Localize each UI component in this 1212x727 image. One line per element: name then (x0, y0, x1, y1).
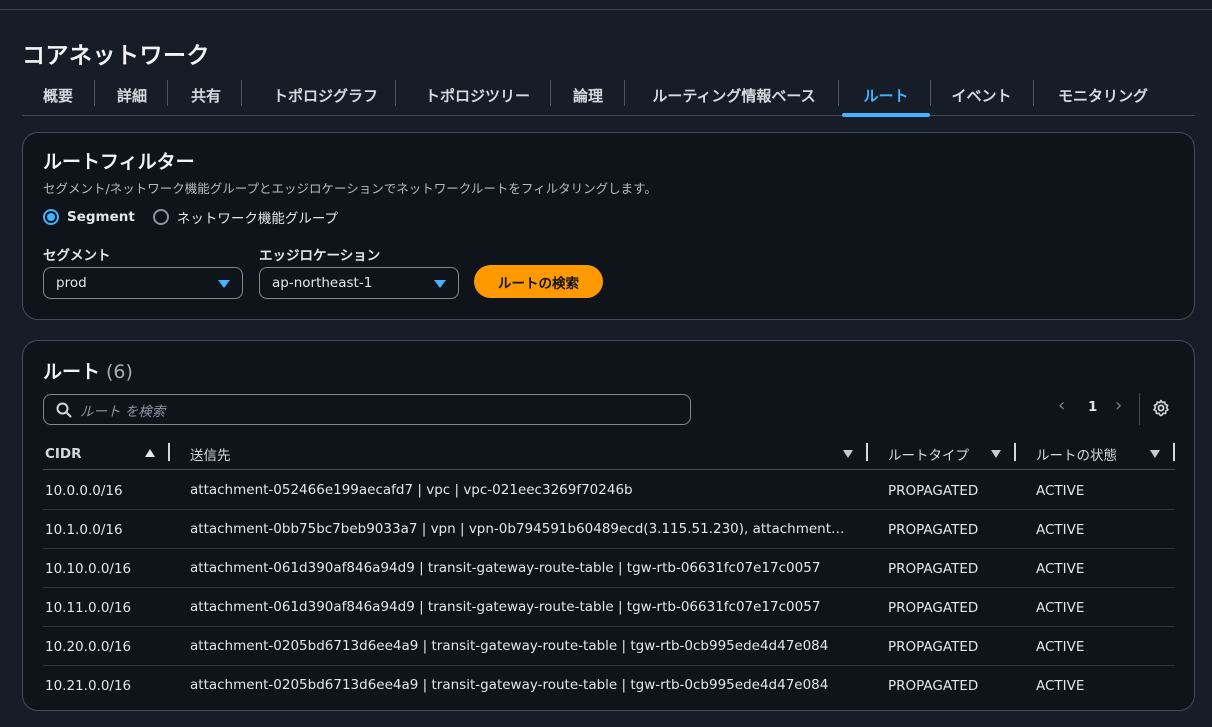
column-resizer[interactable] (866, 443, 868, 461)
tab-details[interactable]: 詳細 (104, 76, 160, 115)
routes-title-text: ルート (43, 361, 101, 383)
routes-title: ルート (6) (43, 357, 133, 384)
search-placeholder: ルート を検索 (80, 403, 166, 420)
cell-destination: attachment-052466e199aecafd7 | vpc | vpc… (190, 482, 633, 498)
col-cidr[interactable]: CIDR (45, 437, 82, 470)
cell-route-type: PROPAGATED (888, 521, 979, 538)
tab-separator (624, 80, 625, 106)
caret-down-icon (434, 280, 446, 288)
table-row[interactable]: 10.20.0.0/16 attachment-0205bd6713d6ee4a… (43, 627, 1175, 666)
cell-destination: attachment-0205bd6713d6ee4a9 | transit-g… (190, 638, 829, 654)
search-icon (56, 402, 72, 422)
table-row[interactable]: 10.0.0.0/16 attachment-052466e199aecafd7… (43, 471, 1175, 510)
cell-cidr: 10.1.0.0/16 (45, 521, 123, 538)
tab-separator (94, 80, 95, 106)
radio-segment[interactable] (43, 209, 59, 225)
sort-icon[interactable] (1150, 450, 1160, 458)
routes-panel: ルート (6) ルート を検索 ‹ 1 › CIDR 送信先 ルートタイプ ルート… (22, 340, 1195, 711)
cell-route-type: PROPAGATED (888, 638, 979, 655)
gear-icon[interactable] (1152, 399, 1170, 421)
cell-route-state: ACTIVE (1036, 482, 1085, 499)
radio-segment-label[interactable]: Segment (67, 209, 135, 225)
sort-icon[interactable] (843, 450, 853, 458)
chevron-right-icon[interactable]: › (1115, 395, 1122, 416)
filter-description: セグメント/ネットワーク機能グループとエッジロケーションでネットワークルートをフ… (43, 181, 657, 196)
segment-label: セグメント (43, 248, 111, 264)
cell-destination: attachment-0bb75bc7beb9033a7 | vpn | vpn… (190, 521, 848, 537)
segment-value: prod (56, 275, 87, 291)
routes-count: (6) (106, 361, 133, 383)
route-filter-panel: ルートフィルター セグメント/ネットワーク機能グループとエッジロケーションでネッ… (22, 132, 1195, 320)
cell-cidr: 10.20.0.0/16 (45, 638, 132, 655)
cell-route-type: PROPAGATED (888, 482, 979, 499)
edge-location-label: エッジロケーション (259, 248, 381, 264)
cell-route-state: ACTIVE (1036, 638, 1085, 655)
cell-route-type: PROPAGATED (888, 677, 979, 694)
cell-cidr: 10.0.0.0/16 (45, 482, 123, 499)
col-destination[interactable]: 送信先 (190, 437, 231, 470)
tab-separator (395, 80, 396, 106)
tab-separator (550, 80, 551, 106)
table-row[interactable]: 10.1.0.0/16 attachment-0bb75bc7beb9033a7… (43, 510, 1175, 549)
chevron-left-icon[interactable]: ‹ (1058, 395, 1065, 416)
table-header: CIDR 送信先 ルートタイプ ルートの状態 (43, 437, 1175, 470)
cell-destination: attachment-061d390af846a94d9 | transit-g… (190, 599, 821, 615)
tab-separator (241, 80, 242, 106)
cell-cidr: 10.10.0.0/16 (45, 560, 132, 577)
top-divider (0, 9, 1212, 10)
tab-logical[interactable]: 論理 (559, 76, 617, 115)
cell-route-state: ACTIVE (1036, 560, 1085, 577)
tab-bar: 概要 詳細 共有 トポロジグラフ トポロジツリー 論理 ルーティング情報ベース … (22, 76, 1195, 117)
table-row[interactable]: 10.10.0.0/16 attachment-061d390af846a94d… (43, 549, 1175, 588)
caret-down-icon (218, 280, 230, 288)
col-route-state[interactable]: ルートの状態 (1036, 437, 1117, 470)
radio-nfg-label[interactable]: ネットワーク機能グループ (177, 207, 338, 227)
tab-overview[interactable]: 概要 (30, 76, 86, 115)
tab-topology-tree[interactable]: トポロジツリー (405, 76, 550, 115)
cell-route-type: PROPAGATED (888, 560, 979, 577)
cell-cidr: 10.21.0.0/16 (45, 677, 132, 694)
radio-network-function-group[interactable] (152, 209, 169, 225)
filter-type-radio-group: Segment ネットワーク機能グループ (43, 207, 356, 227)
tab-separator (167, 80, 168, 106)
page-title: コアネットワーク (22, 43, 210, 69)
column-resizer[interactable] (1014, 443, 1016, 461)
sort-ascending-icon[interactable] (145, 449, 155, 457)
route-search-input[interactable]: ルート を検索 (43, 394, 691, 425)
column-resizer[interactable] (168, 443, 170, 461)
tab-topology-graph[interactable]: トポロジグラフ (253, 76, 398, 115)
cell-cidr: 10.11.0.0/16 (45, 599, 132, 616)
column-resizer[interactable] (1173, 443, 1175, 461)
cell-route-state: ACTIVE (1036, 521, 1085, 538)
edge-location-value: ap-northeast-1 (272, 275, 373, 291)
search-routes-button[interactable]: ルートの検索 (474, 265, 603, 298)
tab-routes[interactable]: ルート (842, 76, 930, 117)
filter-title: ルートフィルター (43, 151, 195, 173)
table-row[interactable]: 10.21.0.0/16 attachment-0205bd6713d6ee4a… (43, 666, 1175, 705)
cell-route-state: ACTIVE (1036, 599, 1085, 616)
tab-sharing[interactable]: 共有 (178, 76, 234, 115)
cell-route-state: ACTIVE (1036, 677, 1085, 694)
table-row[interactable]: 10.11.0.0/16 attachment-061d390af846a94d… (43, 588, 1175, 627)
segment-select[interactable]: prod (43, 267, 243, 299)
col-route-type[interactable]: ルートタイプ (888, 437, 969, 470)
sort-icon[interactable] (991, 450, 1001, 458)
pagination-separator (1139, 393, 1140, 425)
cell-destination: attachment-0205bd6713d6ee4a9 | transit-g… (190, 677, 829, 693)
cell-destination: attachment-061d390af846a94d9 | transit-g… (190, 560, 821, 576)
tab-separator (838, 80, 839, 106)
tab-rib[interactable]: ルーティング情報ベース (636, 76, 832, 115)
page-number[interactable]: 1 (1088, 399, 1097, 415)
cell-route-type: PROPAGATED (888, 599, 979, 616)
tab-events[interactable]: イベント (940, 76, 1023, 115)
edge-location-select[interactable]: ap-northeast-1 (259, 267, 459, 299)
tab-monitoring[interactable]: モニタリング (1045, 76, 1161, 115)
tab-separator (930, 80, 931, 106)
tab-separator (1033, 80, 1034, 106)
